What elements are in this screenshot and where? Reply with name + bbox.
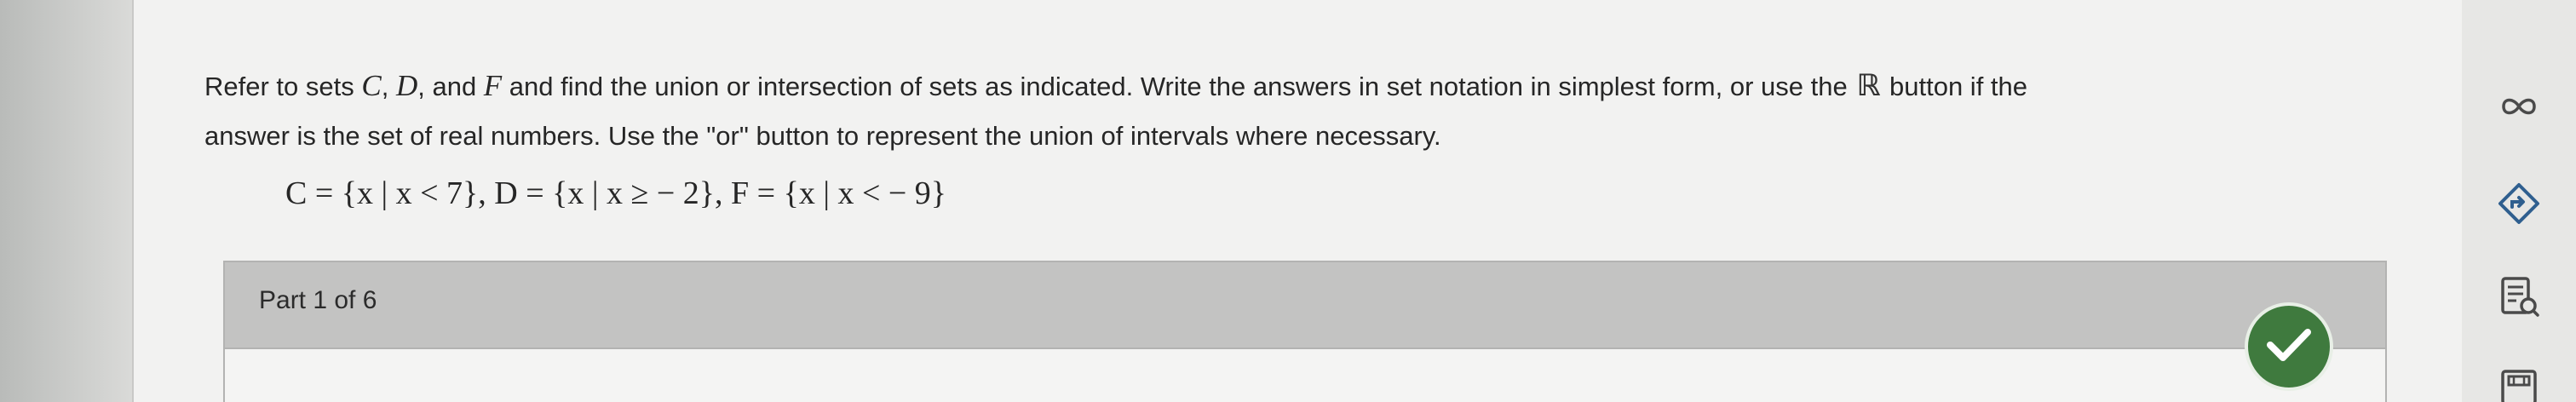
part-complete-badge (2245, 302, 2333, 391)
real-numbers-symbol: ℝ (1856, 69, 1881, 103)
sets-definition: C = {x | x < 7}, D = {x | x ≥ − 2}, F = … (285, 175, 947, 211)
page: Refer to sets C, D, and F and find the u… (0, 0, 2576, 402)
instructions-text: Refer to sets (204, 72, 362, 101)
instructions-text: , (381, 72, 396, 101)
set-c-symbol: C (361, 69, 382, 102)
set-f-symbol: F (483, 69, 503, 102)
calculator-icon[interactable] (2496, 365, 2542, 402)
part-label: Part 1 of 6 (259, 286, 377, 314)
question-instructions: Refer to sets C, D, and F and find the u… (204, 61, 2385, 161)
instructions-line-2: answer is the set of real numbers. Use t… (204, 121, 1441, 151)
instructions-text: and find the union or intersection of se… (502, 72, 1855, 101)
checkmark-icon (2265, 326, 2313, 368)
instructions-line-1: Refer to sets C, D, and F and find the u… (204, 61, 2385, 112)
search-document-icon[interactable] (2496, 274, 2542, 320)
navigate-diamond-icon[interactable] (2496, 181, 2542, 227)
instructions-text: , and (417, 72, 484, 101)
set-d-symbol: D (395, 69, 418, 102)
instructions-text: button if the (1882, 72, 2028, 101)
part-header: Part 1 of 6 (223, 261, 2387, 349)
part-content-area (223, 349, 2387, 402)
infinity-icon[interactable] (2496, 83, 2542, 129)
